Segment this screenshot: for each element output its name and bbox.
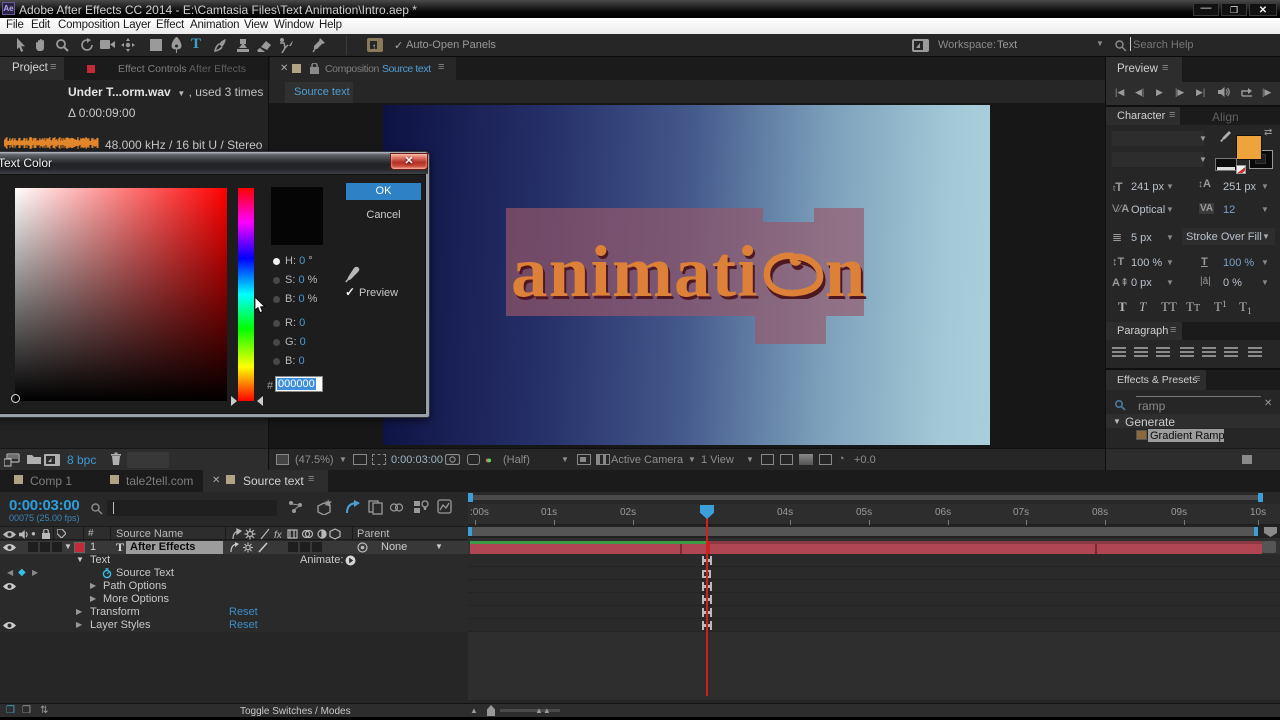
svg-text:fx: fx (274, 530, 283, 540)
